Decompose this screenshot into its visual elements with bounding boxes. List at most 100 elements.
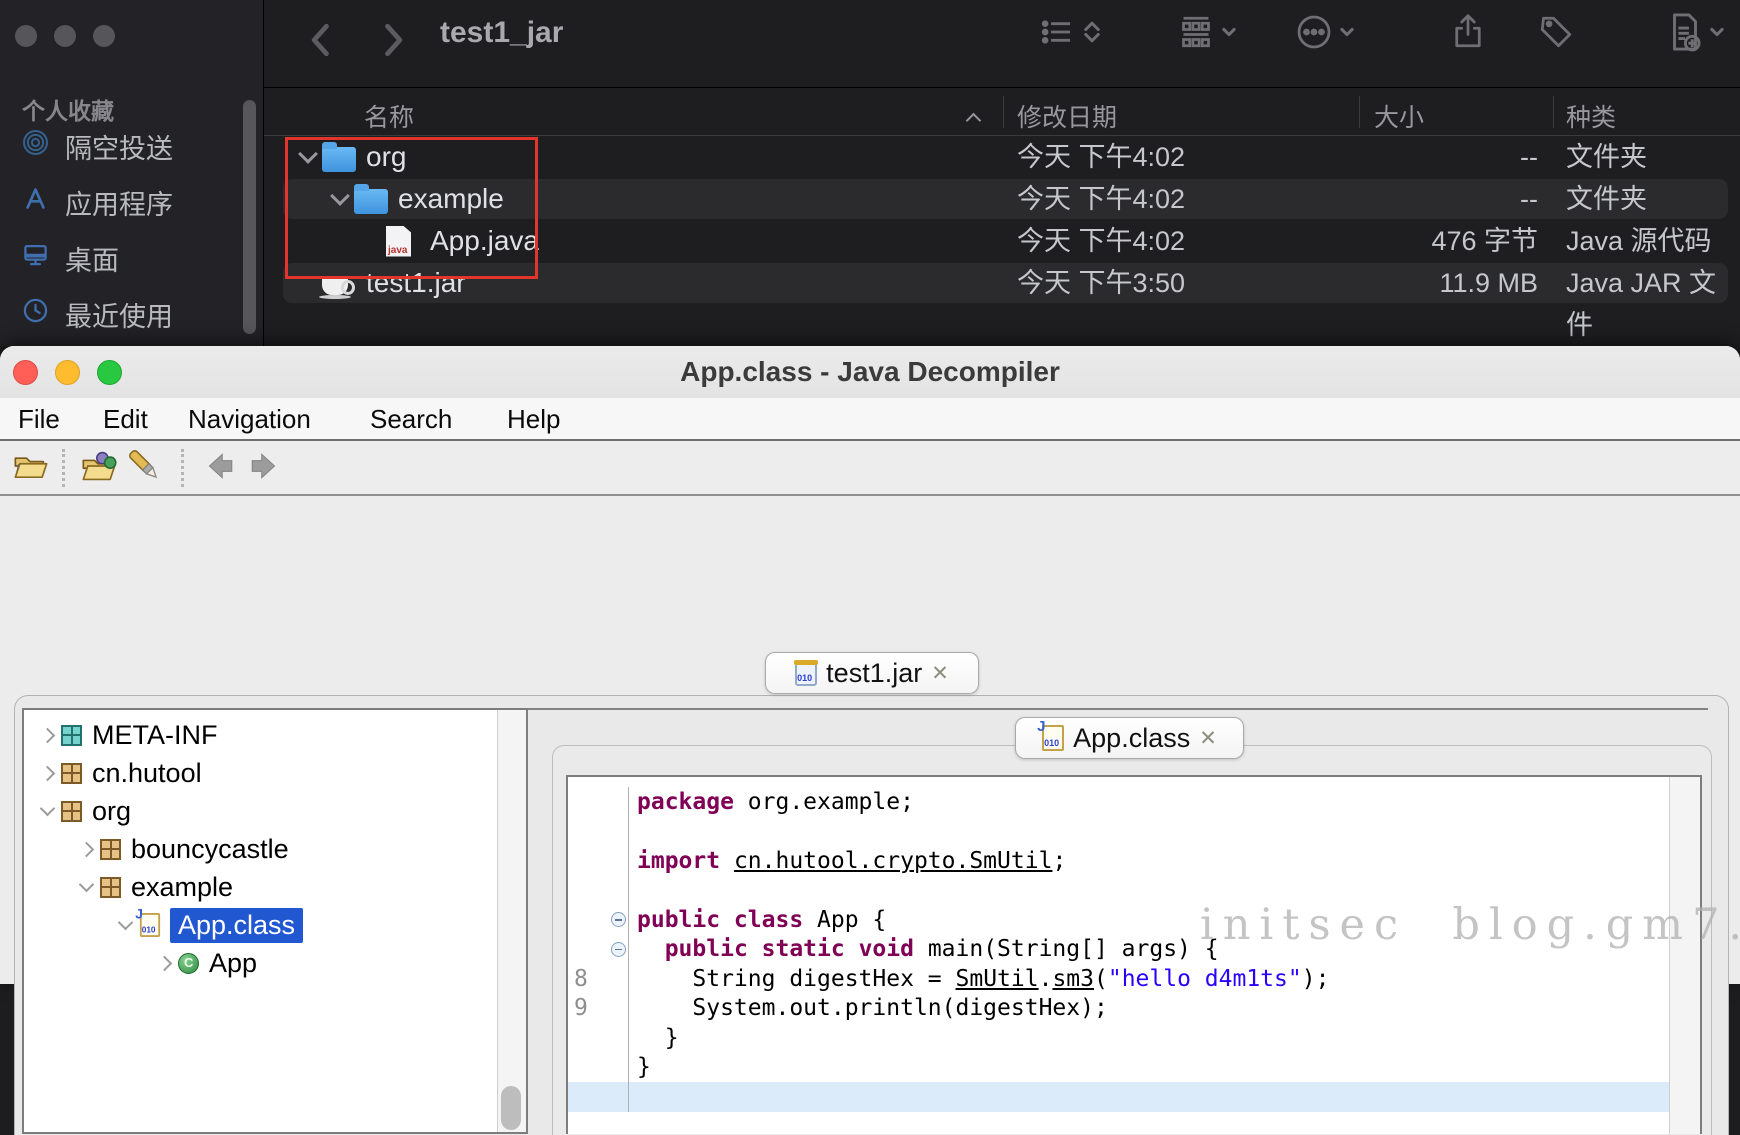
finder-sidebar: 个人收藏 隔空投送应用程序桌面最近使用 (0, 0, 264, 346)
new-document-button[interactable] (1664, 11, 1706, 58)
close-tab-icon[interactable]: ✕ (1199, 726, 1217, 751)
navigate-back-button[interactable] (200, 449, 236, 488)
file-date: 今天 下午4:02 (1017, 136, 1185, 178)
tree-item-label: bouncycastle (131, 834, 289, 865)
finder-list-header: 名称 修改日期 大小 种类 (264, 88, 1740, 135)
file-kind: 文件夹 (1566, 136, 1647, 178)
tree-item-app[interactable]: App (24, 944, 526, 982)
back-button[interactable] (304, 18, 338, 62)
zoom-window-button[interactable] (93, 25, 115, 47)
tree-disclosure-chevron-icon[interactable] (73, 885, 100, 890)
tree-disclosure-chevron-icon[interactable] (151, 958, 178, 969)
list-view-icon (1038, 13, 1076, 51)
tree-item-bouncycastle[interactable]: bouncycastle (24, 830, 526, 868)
sidebar-item-2[interactable]: 应用程序 (0, 174, 240, 230)
file-size: 476 字节 (1274, 220, 1538, 262)
code-line-9[interactable]: } (568, 1023, 1700, 1053)
group-view-button[interactable] (1176, 12, 1216, 57)
code-line-7[interactable]: 8 String digestHex = SmUtil.sm3("hello d… (568, 964, 1700, 994)
jar-file-icon (795, 660, 817, 686)
tree-disclosure-chevron-icon[interactable] (34, 809, 61, 814)
close-window-button[interactable] (15, 25, 37, 47)
close-tab-icon[interactable]: ✕ (931, 661, 949, 686)
code-line-10[interactable]: } (568, 1053, 1700, 1083)
tree-item-cn-hutool[interactable]: cn.hutool (24, 754, 526, 792)
column-header-size[interactable]: 大小 (1374, 98, 1424, 134)
tree-item-example[interactable]: example (24, 868, 526, 906)
tag-button[interactable] (1536, 12, 1576, 57)
column-divider[interactable] (1359, 96, 1360, 128)
line-number: 8 (568, 966, 608, 992)
tree-scrollbar[interactable] (497, 710, 526, 1132)
airdrop-icon (22, 129, 49, 163)
tree-disclosure-chevron-icon[interactable] (73, 844, 100, 855)
chevron-down-icon (1220, 23, 1238, 41)
code-segment: org.example; (748, 789, 914, 815)
sidebar-item-4[interactable]: 最近使用 (0, 286, 240, 342)
share-button[interactable] (1448, 12, 1488, 57)
finder-traffic-lights[interactable] (15, 25, 115, 47)
more-actions-button[interactable] (1294, 12, 1334, 57)
forward-button[interactable] (376, 18, 410, 62)
tab-app-class[interactable]: App.class ✕ (1015, 717, 1244, 759)
tree-item-org[interactable]: org (24, 792, 526, 830)
new-document-chevron[interactable] (1708, 23, 1726, 46)
code-segment: "hello d4m1ts" (1108, 966, 1302, 992)
sidebar-scrollbar[interactable] (243, 100, 256, 334)
tree-item-meta-inf[interactable]: META-INF (24, 716, 526, 754)
source-code-view[interactable]: package org.example; import cn.hutool.cr… (566, 775, 1702, 1134)
navigate-forward-button[interactable] (248, 449, 284, 488)
menu-search[interactable]: Search (370, 404, 452, 435)
menu-help[interactable]: Help (507, 404, 560, 435)
minimize-window-button[interactable] (54, 25, 76, 47)
jd-titlebar[interactable]: App.class - Java Decompiler (0, 346, 1740, 399)
file-date: 今天 下午4:02 (1017, 220, 1185, 262)
code-scrollbar[interactable] (1669, 777, 1700, 1134)
code-line-11[interactable] (568, 1082, 1700, 1112)
more-chevron[interactable] (1338, 23, 1356, 46)
jd-window-title: App.class - Java Decompiler (0, 356, 1740, 388)
tree-scrollbar-thumb[interactable] (501, 1086, 521, 1130)
jd-gui-window: App.class - Java Decompiler File Edit Navi… (0, 346, 1740, 984)
code-line-1[interactable]: package org.example; (568, 787, 1700, 817)
package-icon (61, 763, 82, 784)
search-button[interactable] (126, 449, 164, 488)
sidebar-item-1[interactable]: 隔空投送 (0, 118, 240, 174)
code-text (628, 817, 1700, 847)
open-type-button[interactable] (80, 449, 118, 488)
tab-test1-jar[interactable]: test1.jar ✕ (765, 652, 979, 694)
chevron-right-icon (388, 26, 400, 54)
tree-item-label: META-INF (92, 720, 217, 751)
annotation-red-box (285, 137, 538, 279)
fold-collapse-icon[interactable] (611, 942, 626, 957)
code-line-2[interactable] (568, 817, 1700, 847)
menu-file[interactable]: File (18, 404, 60, 435)
group-chevron[interactable] (1220, 23, 1238, 46)
code-segment: package (637, 789, 748, 815)
code-line-3[interactable]: import cn.hutool.crypto.SmUtil; (568, 846, 1700, 876)
column-header-date[interactable]: 修改日期 (1017, 98, 1117, 134)
tree-item-label: org (92, 796, 131, 827)
tag-icon (1536, 12, 1576, 52)
list-view-button[interactable] (1038, 13, 1076, 56)
watermark: initsec blog.gm7.org (1200, 900, 1740, 950)
fold-collapse-icon[interactable] (611, 912, 626, 927)
document-add-icon (1664, 11, 1706, 53)
column-divider[interactable] (1553, 96, 1554, 128)
sidebar-item-3[interactable]: 桌面 (0, 230, 240, 286)
sort-toggle-button[interactable] (1082, 19, 1102, 50)
tree-item-app-class[interactable]: App.class (24, 906, 526, 944)
jd-toolbar (0, 441, 1740, 496)
column-header-name[interactable]: 名称 (364, 98, 414, 134)
open-file-button[interactable] (12, 449, 50, 488)
tree-disclosure-chevron-icon[interactable] (34, 768, 61, 779)
code-line-8[interactable]: 9 System.out.println(digestHex); (568, 994, 1700, 1024)
column-header-kind[interactable]: 种类 (1566, 98, 1616, 134)
menu-edit[interactable]: Edit (103, 404, 148, 435)
tree-disclosure-chevron-icon[interactable] (112, 923, 139, 928)
tree-disclosure-chevron-icon[interactable] (34, 730, 61, 741)
package-meta-inf-icon (61, 725, 82, 746)
menu-navigation[interactable]: Navigation (188, 404, 311, 435)
chevron-down-icon (1338, 23, 1356, 41)
column-divider[interactable] (1003, 96, 1004, 128)
